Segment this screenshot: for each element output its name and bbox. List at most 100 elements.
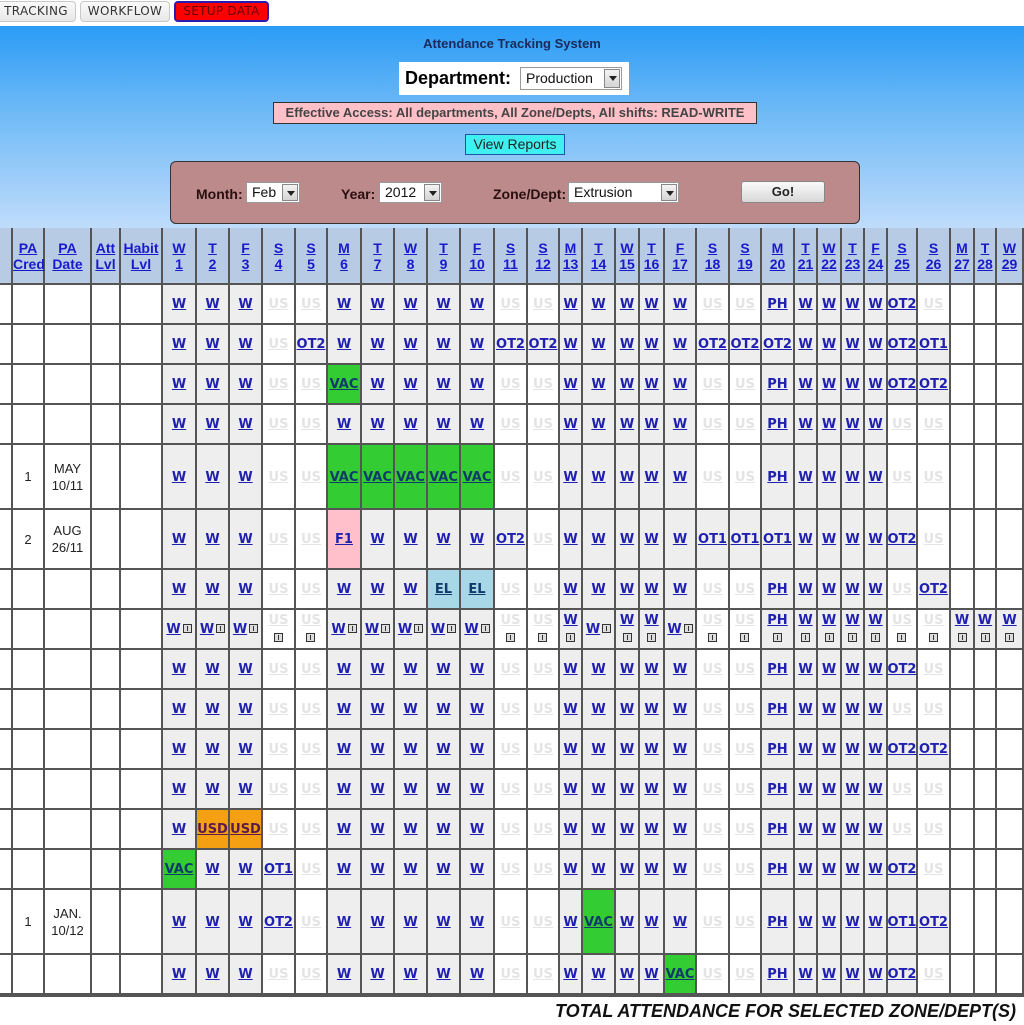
attendance-cell[interactable]: W [362, 890, 395, 955]
info-icon[interactable] [505, 633, 515, 643]
attendance-cell[interactable]: W [665, 285, 697, 325]
attendance-code-link[interactable]: W [620, 822, 634, 837]
attendance-code-link[interactable]: W [673, 915, 687, 930]
attendance-cell[interactable]: US [296, 405, 328, 445]
attendance-cell[interactable]: W [665, 690, 697, 730]
year-select[interactable]: 2012 [379, 182, 442, 203]
attendance-code-link[interactable]: PH [767, 915, 787, 930]
attendance-cell[interactable]: W [230, 285, 263, 325]
attendance-code-link[interactable]: W [172, 915, 186, 930]
attendance-cell[interactable]: US [730, 570, 762, 610]
attendance-cell[interactable]: US [296, 955, 328, 995]
day-header-link[interactable]: T 21 [795, 240, 816, 272]
info-icon[interactable] [273, 633, 283, 643]
attendance-cell[interactable]: W [795, 285, 818, 325]
attendance-code-link[interactable]: W [591, 532, 605, 547]
attendance-cell[interactable]: OT2 [888, 510, 918, 570]
day-header-link[interactable]: S4 [263, 240, 294, 272]
attendance-code-link[interactable]: PH [767, 702, 787, 717]
attendance-cell[interactable]: W [461, 890, 495, 955]
attendance-code-link[interactable]: US [735, 582, 755, 597]
attendance-cell[interactable]: W [616, 365, 640, 405]
attendance-code-link[interactable]: W [644, 377, 658, 392]
attendance-code-link[interactable]: W [798, 967, 812, 982]
info-icon[interactable] [683, 624, 693, 634]
attendance-cell[interactable]: W [560, 890, 583, 955]
attendance-cell[interactable]: W [461, 610, 495, 650]
department-select[interactable]: Production [520, 67, 622, 90]
attendance-code-link[interactable]: W [798, 532, 812, 547]
attendance-code-link[interactable]: W [798, 915, 812, 930]
attendance-code-link[interactable]: W [403, 967, 417, 982]
attendance-cell[interactable]: US [528, 285, 560, 325]
attendance-code-link[interactable]: OT2 [919, 742, 948, 757]
attendance-code-link[interactable]: US [533, 822, 553, 837]
attendance-cell[interactable]: W [230, 955, 263, 995]
attendance-code-link[interactable]: W [620, 662, 634, 677]
attendance-cell[interactable]: W [230, 610, 263, 650]
attendance-cell[interactable]: W [163, 650, 197, 690]
view-reports-button[interactable]: View Reports [465, 134, 565, 155]
attendance-code-link[interactable]: W [238, 702, 252, 717]
attendance-cell[interactable]: US [730, 810, 762, 850]
attendance-code-link[interactable]: W [673, 582, 687, 597]
attendance-code-link[interactable]: W [845, 297, 859, 312]
attendance-cell[interactable]: W [665, 610, 697, 650]
attendance-cell[interactable]: W [583, 405, 616, 445]
attendance-code-link[interactable]: W [798, 782, 812, 797]
attendance-cell[interactable]: W [616, 510, 640, 570]
attendance-cell[interactable]: W [795, 610, 818, 650]
attendance-cell[interactable]: W [583, 850, 616, 890]
attendance-cell[interactable]: US [296, 850, 328, 890]
attendance-code-link[interactable]: W [205, 862, 219, 877]
attendance-cell[interactable]: W [428, 690, 461, 730]
attendance-cell[interactable]: W [461, 285, 495, 325]
attendance-code-link[interactable]: W [798, 582, 812, 597]
attendance-cell[interactable]: US [888, 770, 918, 810]
attendance-code-link[interactable]: US [501, 417, 521, 432]
attendance-code-link[interactable]: US [301, 862, 321, 877]
attendance-cell[interactable]: W [865, 890, 888, 955]
attendance-code-link[interactable]: US [269, 742, 289, 757]
attendance-cell[interactable]: US [918, 405, 951, 445]
attendance-cell[interactable]: US [697, 770, 730, 810]
attendance-cell[interactable]: W [640, 610, 665, 650]
attendance-cell[interactable]: W [842, 510, 865, 570]
attendance-code-link[interactable]: W [470, 417, 484, 432]
attendance-cell[interactable]: W [560, 610, 583, 650]
attendance-code-link[interactable]: US [533, 702, 553, 717]
attendance-cell[interactable]: US [730, 850, 762, 890]
attendance-code-link[interactable]: US [269, 822, 289, 837]
attendance-cell[interactable]: W [362, 770, 395, 810]
attendance-cell[interactable]: W [328, 650, 362, 690]
attendance-code-link[interactable]: W [563, 742, 577, 757]
attendance-cell[interactable]: W [560, 325, 583, 365]
attendance-cell[interactable]: US [528, 730, 560, 770]
attendance-cell[interactable]: US [263, 610, 296, 650]
attendance-cell[interactable]: W [583, 650, 616, 690]
attendance-cell[interactable]: W [428, 730, 461, 770]
attendance-cell[interactable]: US [263, 570, 296, 610]
attendance-cell[interactable]: OT2 [918, 365, 951, 405]
attendance-cell[interactable]: W [665, 570, 697, 610]
attendance-code-link[interactable]: W [591, 822, 605, 837]
attendance-cell[interactable]: US [918, 650, 951, 690]
attendance-cell[interactable]: US [263, 810, 296, 850]
attendance-code-link[interactable]: W [337, 337, 351, 352]
attendance-code-link[interactable]: W [644, 915, 658, 930]
attendance-cell[interactable]: W [395, 955, 428, 995]
attendance-cell[interactable]: W [818, 955, 842, 995]
attendance-code-link[interactable]: W [436, 967, 450, 982]
attendance-code-link[interactable]: W [591, 582, 605, 597]
attendance-cell[interactable]: US [263, 510, 296, 570]
attendance-cell[interactable]: W [328, 405, 362, 445]
attendance-cell[interactable]: VAC [395, 445, 428, 510]
attendance-cell[interactable]: US [697, 730, 730, 770]
attendance-code-link[interactable]: W [563, 967, 577, 982]
attendance-cell[interactable]: W [230, 510, 263, 570]
attendance-code-link[interactable]: W [822, 662, 836, 677]
attendance-code-link[interactable]: W [673, 470, 687, 485]
attendance-cell[interactable]: W [818, 730, 842, 770]
info-icon[interactable] [980, 633, 990, 643]
attendance-code-link[interactable]: W [845, 915, 859, 930]
